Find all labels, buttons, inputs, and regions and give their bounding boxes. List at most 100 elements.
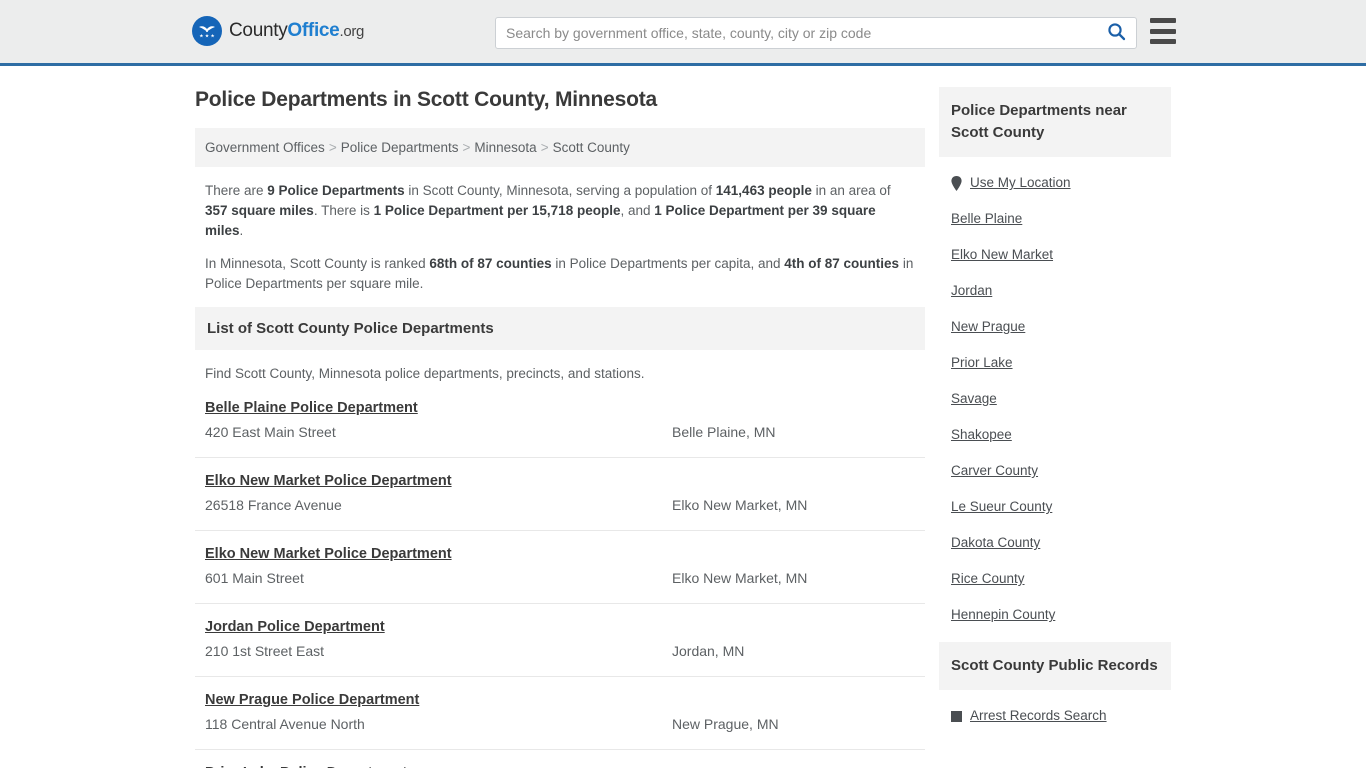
nearby-departments-heading: Police Departments near Scott County (939, 87, 1171, 157)
intro-paragraph-2: In Minnesota, Scott County is ranked 68t… (205, 254, 915, 294)
hamburger-menu-button[interactable] (1150, 18, 1176, 44)
search-icon (1107, 22, 1126, 44)
nearby-departments-list: Use My Location Belle Plaine Elko New Mark… (939, 157, 1171, 633)
nearby-link-shakopee[interactable]: Shakopee (951, 426, 1012, 444)
page-body: Police Departments in Scott County, Minn… (0, 66, 1366, 768)
list-item: Savage (951, 381, 1159, 417)
list-item: Elko New Market (951, 237, 1159, 273)
department-info: Belle Plaine Police Department 420 East M… (205, 399, 672, 442)
nearby-link-savage[interactable]: Savage (951, 390, 997, 408)
intro-p1-seg-2: in Scott County, Minnesota, serving a po… (404, 183, 716, 198)
eagle-stars-logo-icon (192, 16, 222, 46)
intro-p1-seg-6: . There is (313, 203, 374, 218)
list-item: Dakota County (951, 525, 1159, 561)
page-title: Police Departments in Scott County, Minn… (195, 88, 658, 111)
intro-p1-seg-8: , and (620, 203, 655, 218)
public-records-heading: Scott County Public Records (939, 642, 1171, 690)
breadcrumb-item-minnesota[interactable]: Minnesota (474, 140, 536, 155)
nearby-link-prior-lake[interactable]: Prior Lake (951, 354, 1013, 372)
site-logo-text: CountyOffice.org (229, 20, 364, 42)
list-item: Arrest Records Search (951, 698, 1159, 734)
breadcrumb: Government Offices > Police Departments > Mi… (195, 128, 925, 167)
list-item: Shakopee (951, 417, 1159, 453)
nearby-departments-card: Police Departments near Scott County Use… (939, 87, 1171, 633)
site-logo[interactable]: CountyOffice.org (192, 16, 364, 46)
department-city: Elko New Market, MN (672, 570, 808, 586)
map-pin-icon (951, 175, 962, 191)
breadcrumb-item-government-offices[interactable]: Government Offices (205, 140, 325, 155)
intro-p1-seg-1: 9 Police Departments (267, 183, 405, 198)
square-bullet-icon (951, 710, 962, 722)
department-city: New Prague, MN (672, 716, 779, 732)
department-name-link[interactable]: New Prague Police Department (205, 691, 419, 710)
department-address: 210 1st Street East (205, 643, 325, 659)
table-row: Jordan Police Department 210 1st Street E… (195, 618, 925, 677)
department-name-link[interactable]: Elko New Market Police Department (205, 472, 452, 491)
departments-list: Belle Plaine Police Department 420 East M… (195, 399, 925, 768)
breadcrumb-item-police-departments[interactable]: Police Departments (341, 140, 459, 155)
department-info: New Prague Police Department 118 Central … (205, 691, 672, 734)
breadcrumb-separator: > (540, 140, 549, 155)
table-row: New Prague Police Department 118 Central … (195, 691, 925, 750)
list-item: Carver County (951, 453, 1159, 489)
table-row: Prior Lake Police Department16200 Eagle … (195, 764, 925, 768)
hamburger-bar-1 (1150, 18, 1176, 23)
department-info: Jordan Police Department 210 1st Street E… (205, 618, 672, 661)
intro-p1-seg-10: . (239, 223, 244, 238)
list-item: Le Sueur County (951, 489, 1159, 525)
department-address: 118 Central Avenue North (205, 716, 365, 732)
intro-p1-seg-3: 141,463 people (715, 183, 812, 198)
nearby-link-le-sueur-county[interactable]: Le Sueur County (951, 498, 1052, 516)
content-container: Police Departments in Scott County, Minn… (195, 87, 1171, 768)
intro-text: There are 9 Police Departments in Scott … (195, 167, 925, 294)
department-address: 26518 France Avenue (205, 497, 342, 513)
nearby-link-dakota-county[interactable]: Dakota County (951, 534, 1040, 552)
nearby-link-rice-county[interactable]: Rice County (951, 570, 1025, 588)
table-row: Elko New Market Police Department 26518 F… (195, 472, 925, 531)
nearby-link-jordan[interactable]: Jordan (951, 282, 992, 300)
logo-text-org: .org (339, 23, 365, 40)
nearby-link-belle-plaine[interactable]: Belle Plaine (951, 210, 1022, 228)
sidebar: Police Departments near Scott County Use… (939, 87, 1171, 743)
table-row: Elko New Market Police Department 601 Mai… (195, 545, 925, 604)
department-info: Elko New Market Police Department 601 Mai… (205, 545, 672, 588)
department-city: Belle Plaine, MN (672, 424, 776, 440)
nearby-link-carver-county[interactable]: Carver County (951, 462, 1038, 480)
list-item: Jordan (951, 273, 1159, 309)
intro-p2-seg-0: In Minnesota, Scott County is ranked (205, 256, 430, 271)
department-name-link[interactable]: Elko New Market Police Department (205, 545, 452, 564)
list-item: Belle Plaine (951, 201, 1159, 237)
intro-p1-seg-5: 357 square miles (205, 203, 314, 218)
list-section-heading: List of Scott County Police Departments (195, 307, 925, 350)
nearby-link-new-prague[interactable]: New Prague (951, 318, 1025, 336)
table-row: Belle Plaine Police Department 420 East M… (195, 399, 925, 458)
list-item: Rice County (951, 561, 1159, 597)
department-name-link[interactable]: Jordan Police Department (205, 618, 385, 637)
search-bar (495, 17, 1137, 49)
department-city: Elko New Market, MN (672, 497, 808, 513)
department-address: 601 Main Street (205, 570, 304, 586)
nearby-link-hennepin-county[interactable]: Hennepin County (951, 606, 1055, 624)
nearby-link-elko-new-market[interactable]: Elko New Market (951, 246, 1053, 264)
list-item: Hennepin County (951, 597, 1159, 633)
intro-p1-seg-7: 1 Police Department per 15,718 people (373, 203, 621, 218)
logo-text-office: Office (287, 20, 340, 41)
department-name-link[interactable]: Prior Lake Police Department (205, 764, 407, 768)
department-info: Elko New Market Police Department 26518 F… (205, 472, 672, 515)
search-button[interactable] (1096, 19, 1136, 47)
public-records-card: Scott County Public Records Arrest Recor… (939, 642, 1171, 734)
intro-p2-seg-3: 4th of 87 counties (784, 256, 900, 271)
intro-p1-seg-0: There are (205, 183, 268, 198)
department-info: Prior Lake Police Department16200 Eagle … (205, 764, 672, 768)
main-column: Police Departments in Scott County, Minn… (195, 87, 925, 768)
logo-text-county: County (229, 20, 288, 41)
intro-p2-seg-1: 68th of 87 counties (429, 256, 552, 271)
search-input[interactable] (496, 20, 1096, 46)
department-city: Prior Lake, MN (672, 764, 915, 768)
records-link-arrest-records-search[interactable]: Arrest Records Search (970, 707, 1107, 725)
department-name-link[interactable]: Belle Plaine Police Department (205, 399, 418, 418)
list-item: Use My Location (951, 165, 1159, 201)
hamburger-bar-2 (1150, 28, 1176, 34)
nearby-link-use-my-location[interactable]: Use My Location (970, 174, 1071, 192)
breadcrumb-item-scott-county[interactable]: Scott County (553, 140, 630, 155)
